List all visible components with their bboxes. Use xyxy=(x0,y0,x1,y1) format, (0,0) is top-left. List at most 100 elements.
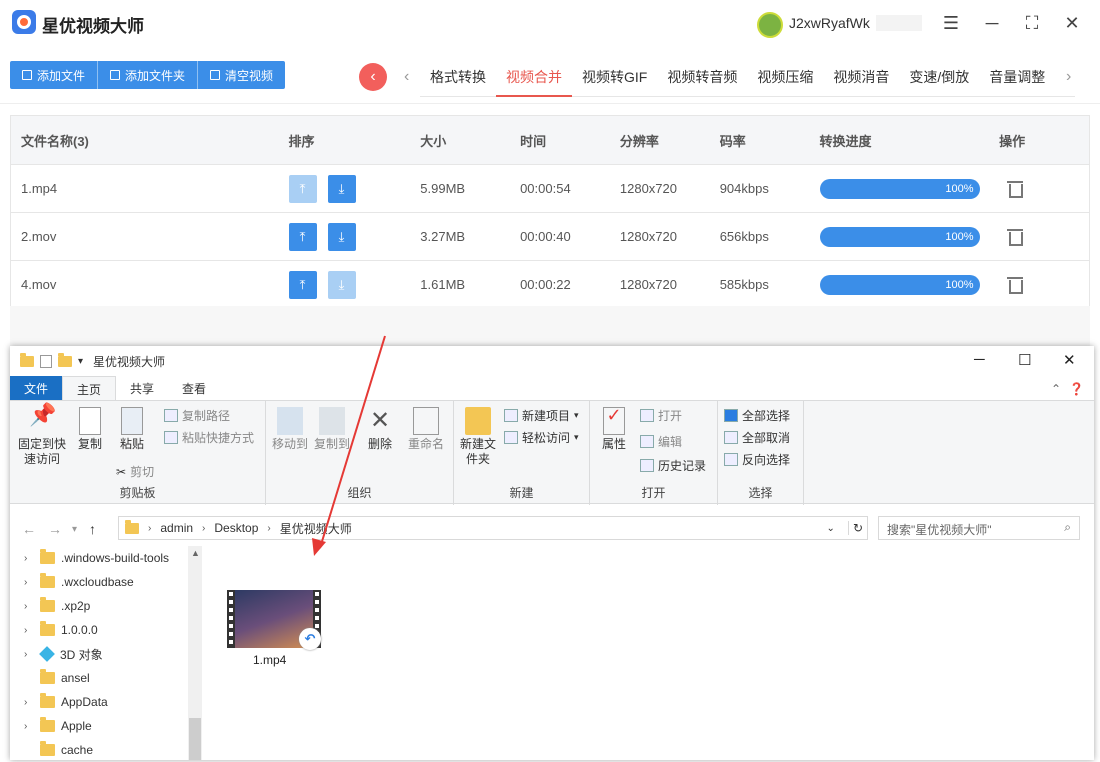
chevron-right-icon[interactable]: › xyxy=(24,649,34,660)
cut-button[interactable]: ✂ 剪切 xyxy=(116,463,154,480)
move-up-icon[interactable]: ⤒ xyxy=(288,270,317,299)
chevron-right-icon[interactable]: › xyxy=(24,697,34,708)
paste-button[interactable]: 粘贴 xyxy=(114,401,150,452)
tree-item[interactable]: › .wxcloudbase xyxy=(10,570,202,594)
tree-item[interactable]: › 1.0.0.0 xyxy=(10,618,202,642)
back-button[interactable]: ‹ xyxy=(359,63,387,91)
pin-quick-access-button[interactable]: 📌 固定到快速访问 xyxy=(16,401,68,467)
tree-item[interactable]: ansel xyxy=(10,666,202,690)
tab-video-mute[interactable]: 视频消音 xyxy=(823,61,899,97)
tab-share[interactable]: 共享 xyxy=(116,376,168,400)
navigation-tree: › .windows-build-tools › .wxcloudbase › .xp… xyxy=(10,546,202,760)
new-folder-button[interactable]: 新建文件夹 xyxy=(458,401,498,467)
tree-item[interactable]: cache xyxy=(10,738,202,762)
edit-button[interactable]: 编辑 xyxy=(640,433,682,450)
avatar[interactable] xyxy=(757,12,783,38)
delete-icon[interactable] xyxy=(1007,228,1024,246)
address-bar[interactable]: › admin › Desktop › 星优视频大师 ⌄ ↻ xyxy=(118,516,868,540)
back-arrow-icon[interactable]: ← xyxy=(22,521,36,537)
maximize-icon[interactable]: ⛶ xyxy=(1017,8,1047,38)
tab-view[interactable]: 查看 xyxy=(168,376,220,400)
search-icon[interactable]: ⌕ xyxy=(1064,520,1071,535)
close-icon[interactable]: ✕ xyxy=(1063,351,1076,369)
search-input[interactable]: 搜索"星优视频大师" ⌕ xyxy=(878,516,1080,540)
file-item-name[interactable]: 1.mp4 xyxy=(253,653,286,667)
tree-scrollbar[interactable]: ▲ xyxy=(188,546,202,760)
invert-selection-button[interactable]: 反向选择 xyxy=(724,451,790,468)
copy-button[interactable]: 复制 xyxy=(72,401,108,452)
tab-video-to-gif[interactable]: 视频转GIF xyxy=(572,61,657,97)
help-icon[interactable]: ❓ xyxy=(1069,380,1094,400)
forward-arrow-icon[interactable]: → xyxy=(48,521,62,537)
address-dropdown-icon[interactable]: ⌄ xyxy=(827,523,839,534)
select-all-icon xyxy=(724,409,738,422)
tree-item[interactable]: › AppData xyxy=(10,690,202,714)
breadcrumb-desktop[interactable]: Desktop xyxy=(214,521,258,535)
delete-button[interactable]: ✕ 删除 xyxy=(360,401,400,452)
copy-to-button[interactable]: 复制到 xyxy=(312,401,352,452)
tree-item[interactable]: › 3D 对象 xyxy=(10,642,202,666)
new-item-button[interactable]: 新建项目 ▾ xyxy=(504,407,579,424)
add-folder-button[interactable]: 添加文件夹 xyxy=(98,61,199,89)
new-folder-icon[interactable] xyxy=(58,352,72,367)
minimize-icon[interactable]: ─ xyxy=(974,351,985,368)
tab-speed-reverse[interactable]: 变速/倒放 xyxy=(899,61,979,97)
paste-shortcut-button[interactable]: 粘贴快捷方式 xyxy=(164,429,254,446)
scroll-up-icon[interactable]: ▲ xyxy=(191,548,200,558)
tabs-left-arrow-icon[interactable]: ‹ xyxy=(404,68,409,86)
move-down-icon[interactable]: ⤓ xyxy=(327,174,356,203)
chevron-right-icon[interactable]: › xyxy=(24,553,34,564)
select-all-button[interactable]: 全部选择 xyxy=(724,407,790,424)
chevron-down-icon[interactable]: ▾ xyxy=(78,356,83,367)
rename-button[interactable]: 重命名 xyxy=(404,401,448,452)
tab-video-merge[interactable]: 视频合并 xyxy=(496,61,572,97)
chevron-right-icon[interactable]: › xyxy=(24,625,34,636)
move-up-icon[interactable]: ⤒ xyxy=(288,222,317,251)
move-to-button[interactable]: 移动到 xyxy=(270,401,310,452)
pin-icon: 📌 xyxy=(29,402,57,427)
ribbon-collapse-icon[interactable]: ⌃ xyxy=(1043,378,1069,400)
tab-file[interactable]: 文件 xyxy=(10,376,63,400)
tab-video-to-audio[interactable]: 视频转音频 xyxy=(657,61,747,97)
select-none-label: 全部取消 xyxy=(742,431,791,445)
add-file-button[interactable]: 添加文件 xyxy=(10,61,99,89)
delete-icon[interactable] xyxy=(1007,180,1024,198)
properties-button[interactable]: ✓ 属性 xyxy=(594,401,634,452)
copy-path-button[interactable]: 复制路径 xyxy=(164,407,230,424)
tree-item[interactable]: › Apple xyxy=(10,714,202,738)
chevron-right-icon[interactable]: › xyxy=(24,721,34,732)
settings-icon[interactable]: ☰ xyxy=(936,8,966,38)
tree-item[interactable]: › .windows-build-tools xyxy=(10,546,202,570)
recent-chevron-icon[interactable]: ▾ xyxy=(72,524,77,535)
scrollbar-thumb[interactable] xyxy=(189,718,201,760)
history-label: 历史记录 xyxy=(658,459,707,473)
chevron-right-icon[interactable]: › xyxy=(24,601,34,612)
username[interactable]: J2xwRyafWk xyxy=(789,15,870,31)
select-group: 全部选择 全部取消 反向选择 选择 xyxy=(718,401,804,505)
properties-label: 属性 xyxy=(601,437,626,451)
breadcrumb-current-folder[interactable]: 星优视频大师 xyxy=(280,520,352,537)
maximize-icon[interactable]: ☐ xyxy=(1018,351,1031,369)
move-down-icon[interactable]: ⤓ xyxy=(327,270,356,299)
tab-format-convert[interactable]: 格式转换 xyxy=(420,61,496,97)
history-button[interactable]: 历史记录 xyxy=(640,457,706,474)
chevron-right-icon[interactable]: › xyxy=(24,577,34,588)
breadcrumb-admin[interactable]: admin xyxy=(160,521,193,535)
minimize-icon[interactable]: ─ xyxy=(977,8,1007,38)
open-button[interactable]: 打开 xyxy=(640,407,682,424)
up-arrow-icon[interactable]: ↑ xyxy=(89,521,96,537)
tab-volume-adjust[interactable]: 音量调整 xyxy=(979,61,1055,97)
move-down-icon[interactable]: ⤓ xyxy=(327,222,356,251)
tree-item[interactable]: › .xp2p xyxy=(10,594,202,618)
delete-icon[interactable] xyxy=(1007,276,1024,294)
easy-access-button[interactable]: 轻松访问 ▾ xyxy=(504,429,579,446)
tab-home[interactable]: 主页 xyxy=(62,376,117,400)
refresh-icon[interactable]: ↻ xyxy=(847,521,867,535)
tab-video-compress[interactable]: 视频压缩 xyxy=(747,61,823,97)
tabs-right-arrow-icon[interactable]: › xyxy=(1066,68,1071,86)
move-up-icon[interactable]: ⤒ xyxy=(288,174,317,203)
select-none-button[interactable]: 全部取消 xyxy=(724,429,790,446)
clear-video-button[interactable]: 清空视频 xyxy=(198,61,285,89)
properties-icon[interactable] xyxy=(40,354,52,368)
close-icon[interactable]: ✕ xyxy=(1057,8,1087,38)
